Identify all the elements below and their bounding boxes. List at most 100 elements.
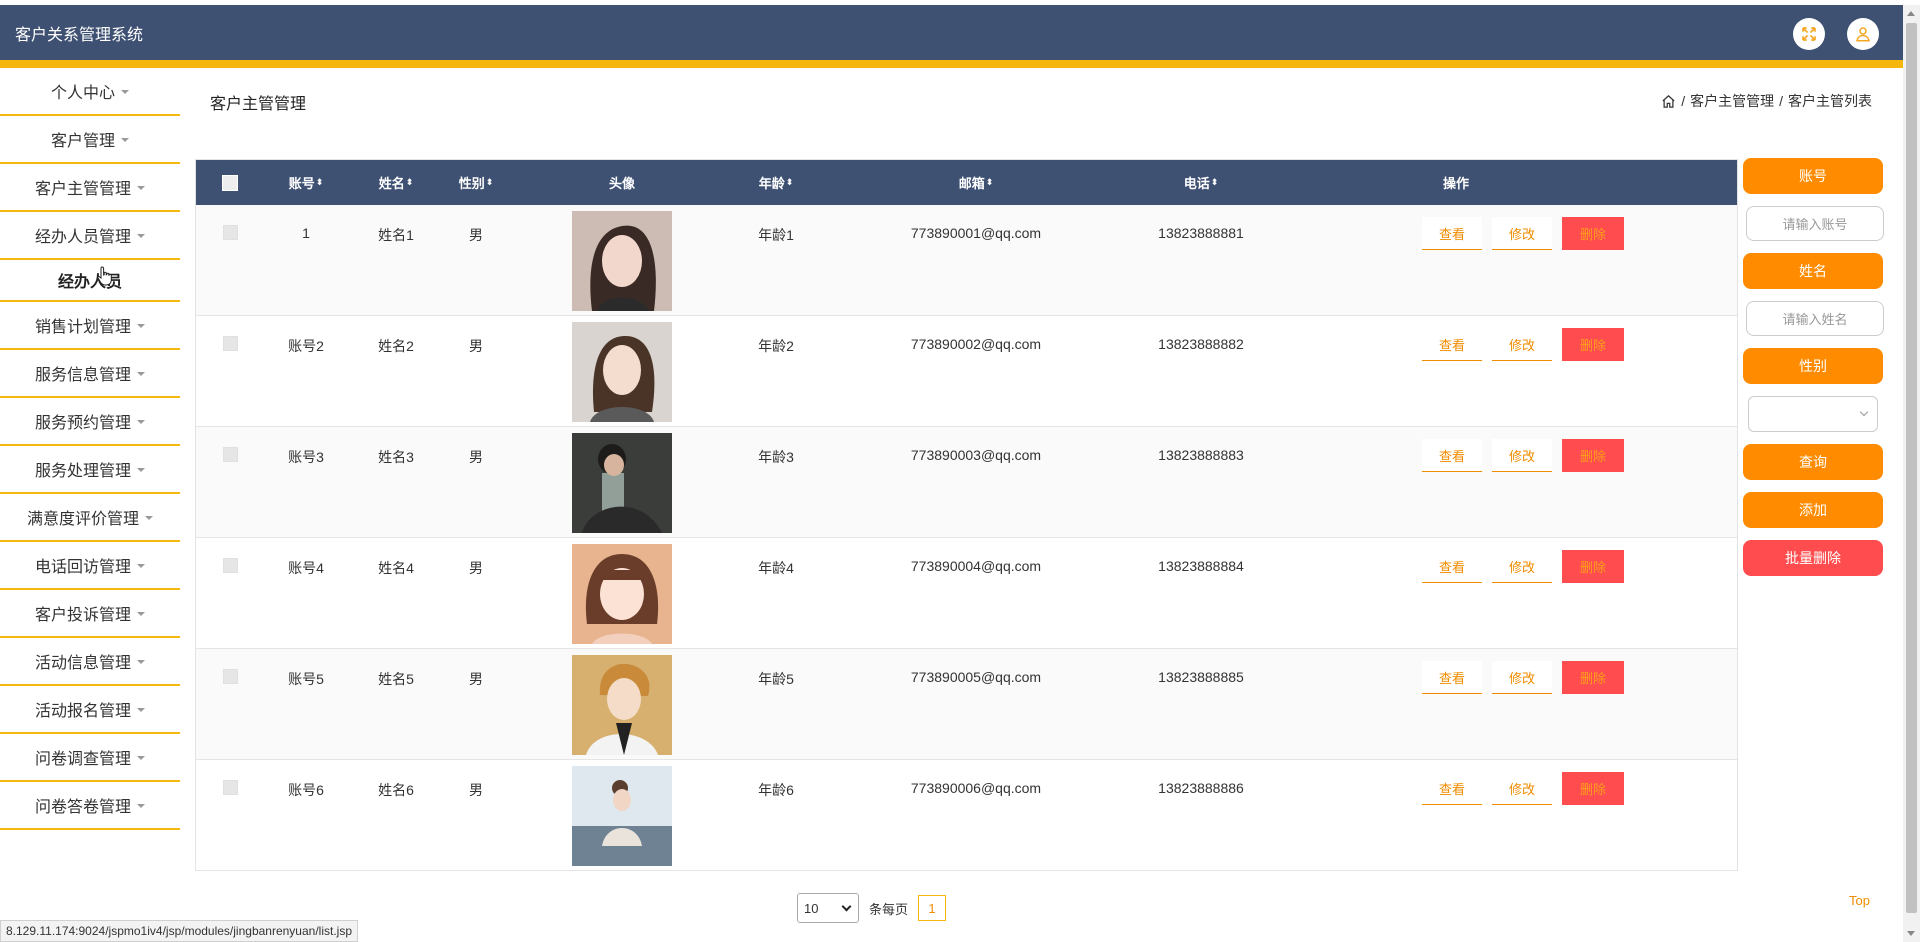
view-button[interactable]: 查看 (1422, 661, 1482, 694)
caret-down-icon (137, 323, 145, 328)
scroll-up-icon[interactable] (1907, 11, 1915, 16)
sidebar-item-service-info[interactable]: 服务信息管理 (0, 350, 180, 398)
add-button[interactable]: 添加 (1743, 492, 1883, 528)
caret-down-icon (137, 419, 145, 424)
batch-delete-button[interactable]: 批量删除 (1743, 540, 1883, 576)
cell-account: 账号6 (288, 782, 324, 798)
sort-icon[interactable]: ⬍ (486, 177, 494, 188)
sidebar-item-personal-center[interactable]: 个人中心 (0, 68, 180, 116)
back-to-top-link[interactable]: Top (1849, 893, 1870, 908)
scroll-thumb[interactable] (1906, 23, 1917, 913)
table-body: 1 姓名1 男 年龄1 773890001@qq.com 13823888881… (196, 205, 1737, 871)
cell-account: 账号3 (288, 449, 324, 465)
table-row: 账号6 姓名6 男 年龄6 773890006@qq.com 138238888… (196, 760, 1737, 871)
sort-icon[interactable]: ⬍ (1211, 177, 1219, 188)
search-button[interactable]: 查询 (1743, 444, 1883, 480)
account-input[interactable]: 请输入账号 (1746, 206, 1884, 241)
user-button[interactable] (1847, 18, 1879, 50)
sidebar-item-service-booking[interactable]: 服务预约管理 (0, 398, 180, 446)
delete-button[interactable]: 删除 (1562, 661, 1624, 694)
header-phone[interactable]: 电话 ⬍ (1136, 160, 1266, 205)
select-all-checkbox[interactable] (222, 174, 238, 191)
cell-account: 账号2 (288, 338, 324, 354)
view-button[interactable]: 查看 (1422, 772, 1482, 805)
edit-button[interactable]: 修改 (1492, 439, 1552, 472)
header-email[interactable]: 邮箱 ⬍ (896, 160, 1056, 205)
select-all-checkbox-cell[interactable] (218, 160, 242, 205)
edit-button[interactable]: 修改 (1492, 550, 1552, 583)
sidebar-item-surveys[interactable]: 问卷调查管理 (0, 734, 180, 782)
scroll-down-icon[interactable] (1907, 931, 1915, 936)
page-scrollbar[interactable] (1903, 5, 1920, 942)
avatar (572, 655, 672, 755)
row-checkbox[interactable] (223, 447, 238, 462)
cell-email: 773890004@qq.com (910, 558, 1042, 574)
view-button[interactable]: 查看 (1422, 217, 1482, 250)
edit-button[interactable]: 修改 (1492, 328, 1552, 361)
sidebar-item-satisfaction[interactable]: 满意度评价管理 (0, 494, 180, 542)
edit-button[interactable]: 修改 (1492, 661, 1552, 694)
view-button[interactable]: 查看 (1422, 550, 1482, 583)
header-accent-bar (0, 60, 1903, 68)
header-account[interactable]: 账号 ⬍ (266, 160, 346, 205)
sort-icon[interactable]: ⬍ (316, 177, 324, 188)
row-checkbox[interactable] (223, 780, 238, 795)
edit-button[interactable]: 修改 (1492, 217, 1552, 250)
cell-age: 年龄1 (758, 227, 794, 243)
cell-phone: 13823888886 (1158, 780, 1244, 796)
pagination: 10 条每页 1 (797, 893, 947, 923)
delete-button[interactable]: 删除 (1562, 217, 1624, 250)
cell-age: 年龄2 (758, 338, 794, 354)
header-actions: 操作 (1442, 176, 1469, 191)
gender-select[interactable] (1748, 396, 1878, 432)
page-size-select[interactable]: 10 (797, 893, 859, 923)
avatar (572, 544, 672, 644)
delete-button[interactable]: 删除 (1562, 772, 1624, 805)
delete-button[interactable]: 删除 (1562, 550, 1624, 583)
caret-down-icon (121, 89, 129, 94)
header-name[interactable]: 姓名 ⬍ (356, 160, 436, 205)
sidebar-item-customers[interactable]: 客户管理 (0, 116, 180, 164)
cell-gender: 男 (469, 449, 483, 465)
page-number[interactable]: 1 (918, 895, 947, 921)
header-gender[interactable]: 性别 ⬍ (436, 160, 516, 205)
sort-icon[interactable]: ⬍ (786, 177, 794, 188)
row-checkbox[interactable] (223, 558, 238, 573)
view-button[interactable]: 查看 (1422, 439, 1482, 472)
sort-icon[interactable]: ⬍ (986, 177, 994, 188)
gender-label: 性别 (1743, 348, 1883, 384)
row-checkbox[interactable] (223, 225, 238, 240)
sidebar-item-handlers[interactable]: 经办人员管理 (0, 212, 180, 260)
delete-button[interactable]: 删除 (1562, 328, 1624, 361)
app-title: 客户关系管理系统 (15, 26, 144, 44)
cell-name: 姓名1 (378, 227, 414, 243)
row-checkbox[interactable] (223, 669, 238, 684)
header-age[interactable]: 年龄 ⬍ (716, 160, 836, 205)
cell-name: 姓名3 (378, 449, 414, 465)
cell-email: 773890003@qq.com (910, 447, 1042, 463)
sidebar-item-phone-followup[interactable]: 电话回访管理 (0, 542, 180, 590)
name-input[interactable]: 请输入姓名 (1746, 301, 1884, 336)
cell-gender: 男 (469, 227, 483, 243)
row-checkbox[interactable] (223, 336, 238, 351)
sort-icon[interactable]: ⬍ (406, 177, 414, 188)
sidebar-item-sales-plans[interactable]: 销售计划管理 (0, 302, 180, 350)
sidebar-item-service-handling[interactable]: 服务处理管理 (0, 446, 180, 494)
sidebar-item-activities[interactable]: 活动信息管理 (0, 638, 180, 686)
home-icon[interactable] (1661, 94, 1676, 109)
table-header: 账号 ⬍ 姓名 ⬍ 性别 ⬍ 头像 年龄 ⬍ 邮箱 ⬍ 电话 ⬍ 操作 (196, 160, 1737, 205)
sidebar-item-customer-supervisors[interactable]: 客户主管管理 (0, 164, 180, 212)
fullscreen-button[interactable] (1793, 18, 1825, 50)
breadcrumb-item[interactable]: 客户主管管理 (1690, 91, 1774, 111)
header-avatar: 头像 (608, 176, 635, 191)
sidebar-item-activity-signup[interactable]: 活动报名管理 (0, 686, 180, 734)
caret-down-icon (137, 233, 145, 238)
cell-account: 1 (302, 225, 310, 241)
view-button[interactable]: 查看 (1422, 328, 1482, 361)
edit-button[interactable]: 修改 (1492, 772, 1552, 805)
sidebar-item-survey-answers[interactable]: 问卷答卷管理 (0, 782, 180, 830)
user-icon (1856, 27, 1870, 42)
delete-button[interactable]: 删除 (1562, 439, 1624, 472)
sidebar-subitem-handler[interactable]: 经办人员 (0, 260, 180, 302)
sidebar-item-complaints[interactable]: 客户投诉管理 (0, 590, 180, 638)
